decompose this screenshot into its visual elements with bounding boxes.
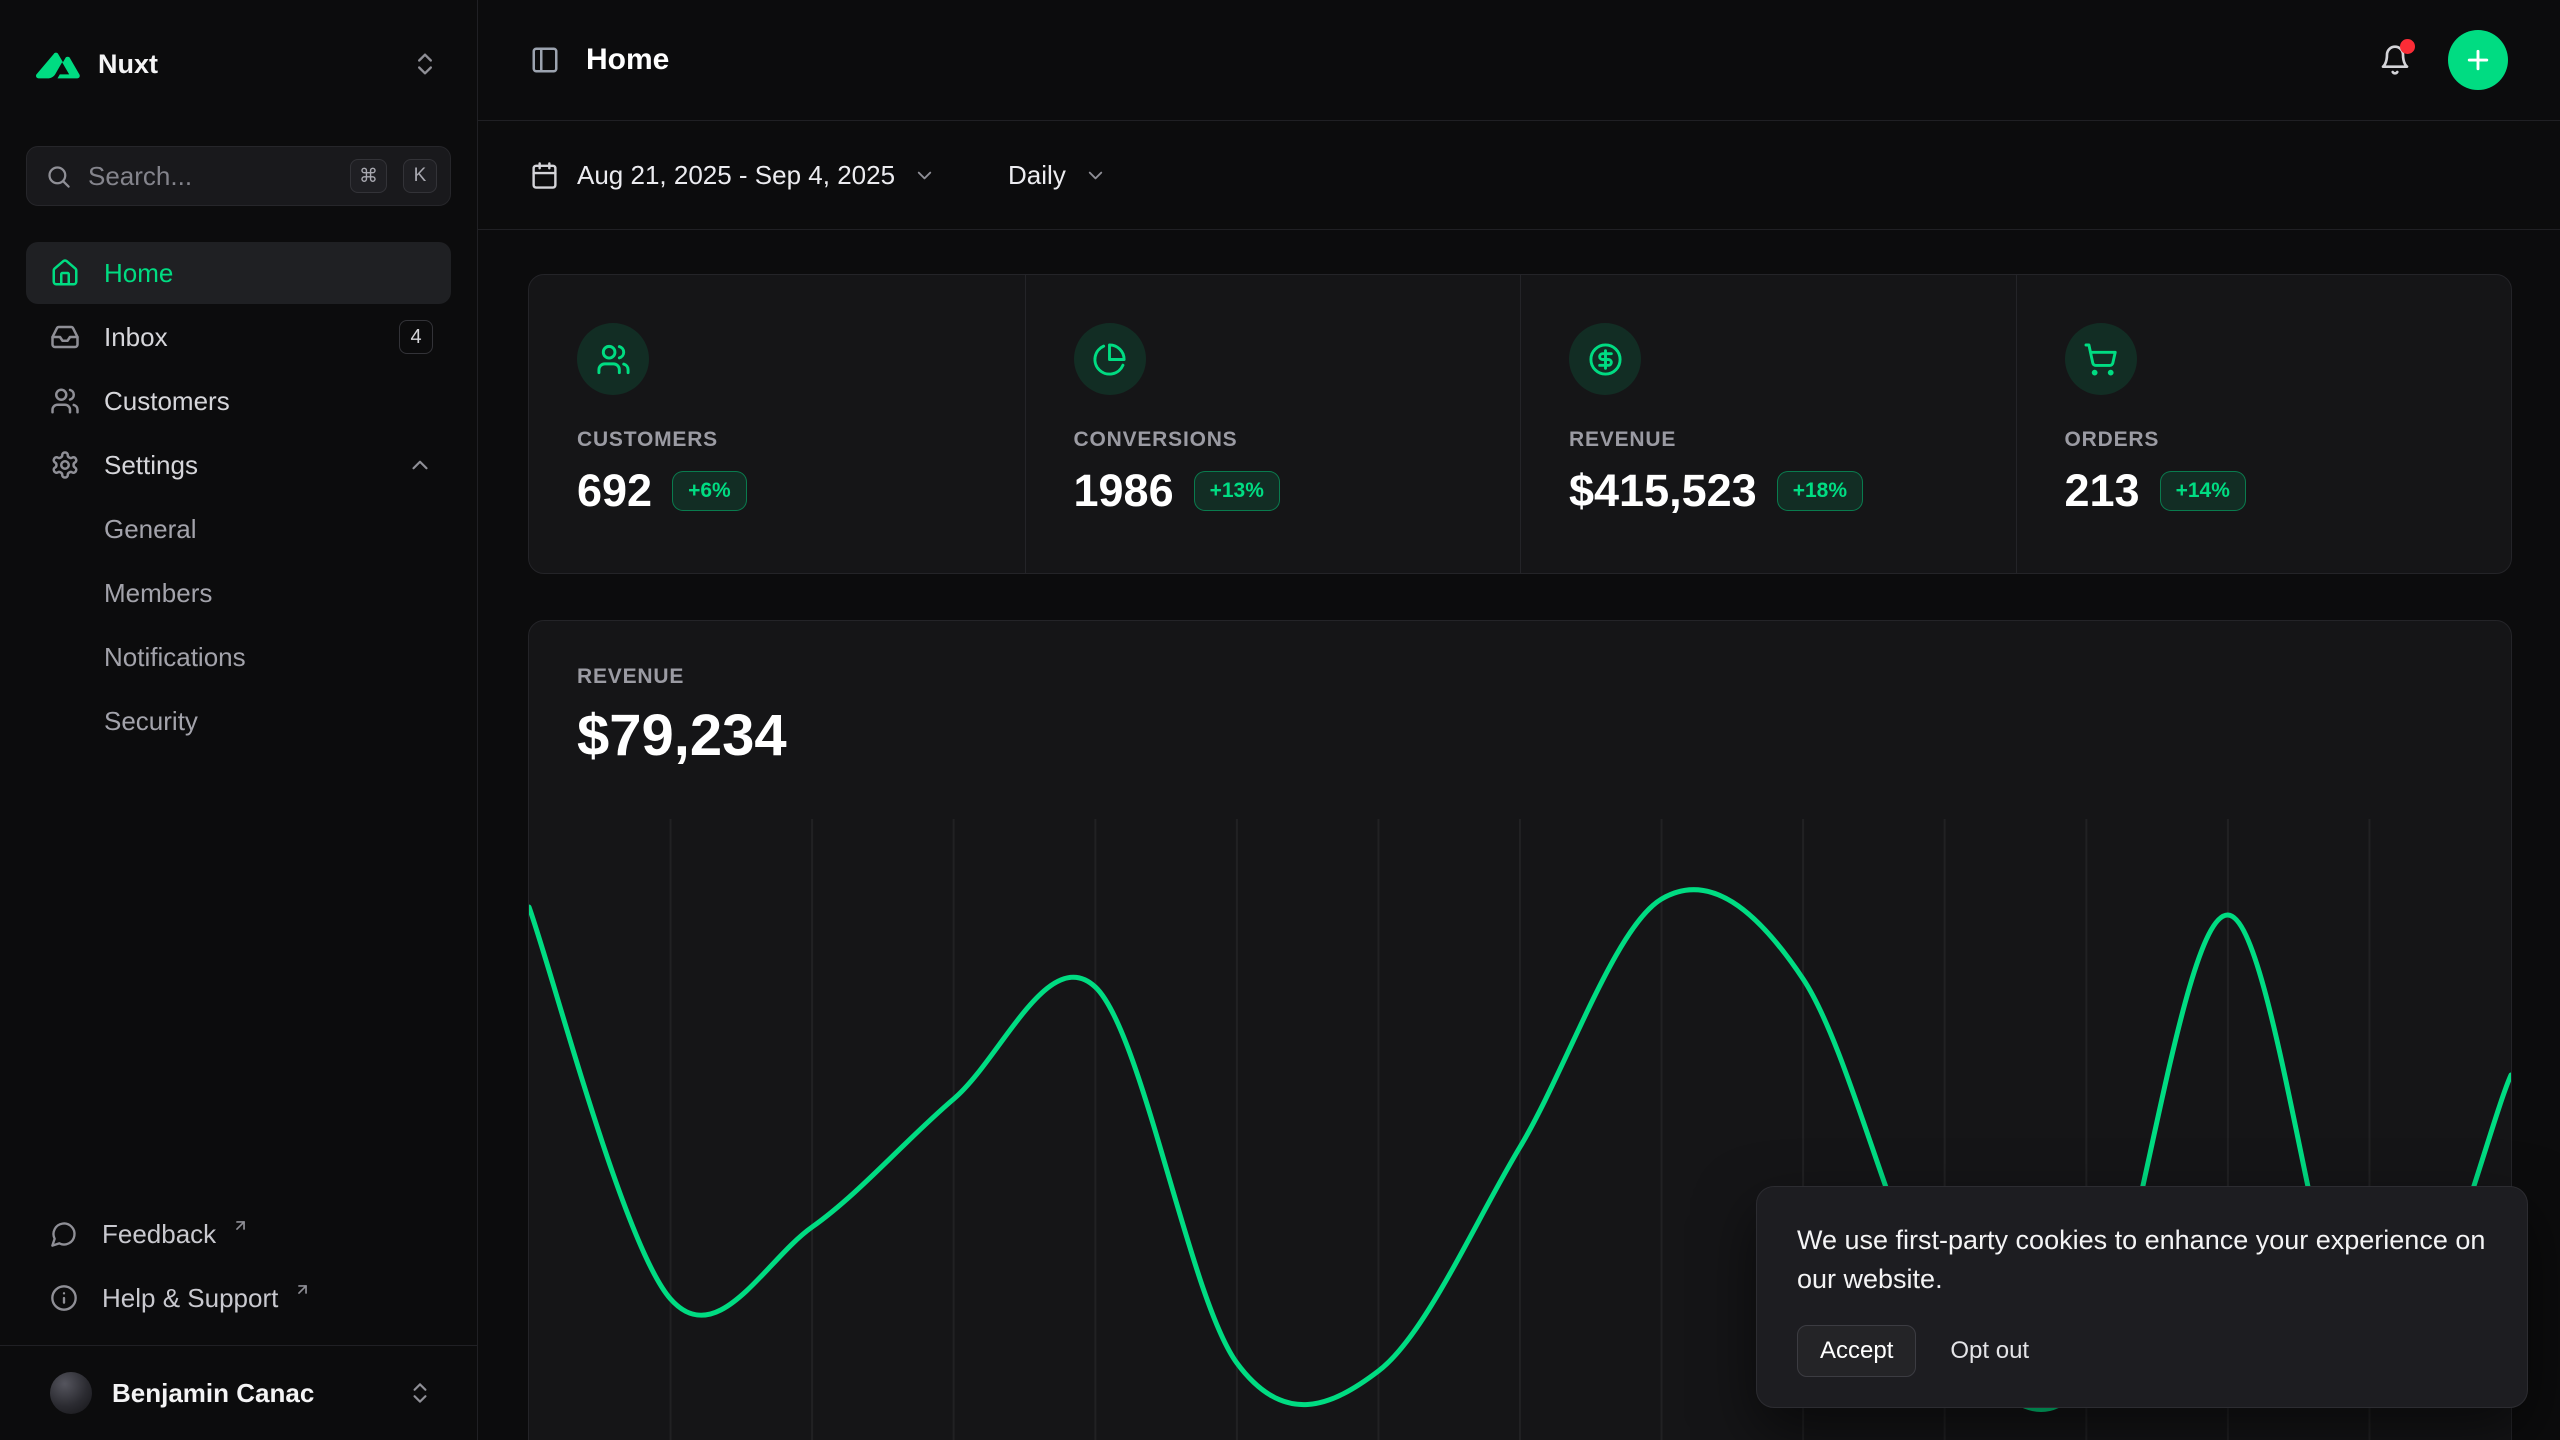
- notifications-button[interactable]: [2372, 37, 2418, 83]
- revenue-chart-label: REVENUE: [577, 665, 2463, 689]
- kbd-cmd: ⌘: [350, 159, 387, 193]
- home-icon: [50, 258, 80, 288]
- sidebar-item-inbox[interactable]: Inbox 4: [26, 306, 451, 368]
- sidebar-item-settings-general[interactable]: General: [26, 498, 451, 560]
- stat-label: CUSTOMERS: [577, 428, 977, 452]
- chevron-up-icon: [407, 452, 433, 478]
- date-range-picker[interactable]: Aug 21, 2025 - Sep 4, 2025: [530, 160, 936, 191]
- chevrons-up-down-icon: [407, 1380, 433, 1406]
- sidebar-item-settings-members[interactable]: Members: [26, 562, 451, 624]
- help-support-label: Help & Support: [102, 1283, 278, 1314]
- notification-dot: [2400, 39, 2415, 54]
- info-circle-icon: [50, 1284, 78, 1312]
- stat-conversions[interactable]: CONVERSIONS 1986 +13%: [1025, 275, 1521, 573]
- stat-label: CONVERSIONS: [1074, 428, 1473, 452]
- stat-label: ORDERS: [2065, 428, 2464, 452]
- cookie-actions: Accept Opt out: [1797, 1325, 2487, 1377]
- gear-icon: [50, 450, 80, 480]
- topbar-left: Home: [530, 43, 669, 77]
- cookie-message: We use first-party cookies to enhance yo…: [1797, 1221, 2487, 1299]
- cookie-optout-button[interactable]: Opt out: [1930, 1325, 2049, 1377]
- pie-chart-icon: [1074, 323, 1146, 395]
- external-link-icon: [232, 1217, 249, 1234]
- cookie-accept-button[interactable]: Accept: [1797, 1325, 1916, 1377]
- chevrons-up-down-icon: [411, 50, 439, 78]
- date-range-label: Aug 21, 2025 - Sep 4, 2025: [577, 160, 895, 191]
- plus-icon: [2463, 45, 2493, 75]
- sidebar-item-settings[interactable]: Settings: [26, 434, 451, 496]
- feedback-link[interactable]: Feedback: [26, 1203, 451, 1265]
- stat-value: 692: [577, 465, 652, 517]
- chevron-down-icon: [913, 164, 936, 187]
- search-icon: [45, 163, 72, 190]
- search-input[interactable]: Search... ⌘ K: [26, 146, 451, 206]
- cookie-banner: We use first-party cookies to enhance yo…: [1756, 1186, 2528, 1408]
- sidebar-item-label: Inbox: [104, 322, 168, 353]
- help-support-link[interactable]: Help & Support: [26, 1267, 451, 1329]
- kbd-k: K: [403, 159, 437, 193]
- calendar-icon: [530, 161, 559, 190]
- sidebar-item-label: Customers: [104, 386, 230, 417]
- revenue-chart-value: $79,234: [577, 702, 2463, 769]
- add-button[interactable]: [2448, 30, 2508, 90]
- chat-bubble-icon: [50, 1220, 78, 1248]
- stat-value: $415,523: [1569, 465, 1757, 517]
- user-name: Benjamin Canac: [112, 1378, 314, 1409]
- user-menu-button[interactable]: Benjamin Canac: [26, 1360, 451, 1426]
- sidebar-item-label: Home: [104, 258, 173, 289]
- stat-value: 213: [2065, 465, 2140, 517]
- stat-change-badge: +6%: [672, 471, 747, 511]
- inbox-icon: [50, 322, 80, 352]
- topbar: Home: [478, 0, 2560, 121]
- stat-label: REVENUE: [1569, 428, 1968, 452]
- stat-customers[interactable]: CUSTOMERS 692 +6%: [529, 275, 1025, 573]
- nuxt-logo-icon: [36, 49, 80, 79]
- filterbar: Aug 21, 2025 - Sep 4, 2025 Daily: [478, 121, 2560, 230]
- stats-panel: CUSTOMERS 692 +6% CONVERSIONS 1986 +13%: [528, 274, 2512, 574]
- workspace-selector[interactable]: Nuxt: [26, 24, 451, 104]
- chevron-down-icon: [1084, 164, 1107, 187]
- stat-change-badge: +18%: [1777, 471, 1863, 511]
- sidebar-item-label: Settings: [104, 450, 198, 481]
- stat-value: 1986: [1074, 465, 1174, 517]
- avatar: [50, 1372, 92, 1414]
- sidebar: Nuxt Search... ⌘ K Home: [0, 0, 478, 1440]
- users-icon: [50, 386, 80, 416]
- panel-left-icon: [530, 45, 560, 75]
- workspace-name: Nuxt: [98, 49, 158, 80]
- stat-change-badge: +14%: [2160, 471, 2246, 511]
- external-link-icon: [294, 1281, 311, 1298]
- users-icon: [577, 323, 649, 395]
- sidebar-item-customers[interactable]: Customers: [26, 370, 451, 432]
- page-title: Home: [586, 43, 669, 77]
- stat-change-badge: +13%: [1194, 471, 1280, 511]
- sidebar-item-settings-security[interactable]: Security: [26, 690, 451, 752]
- stat-revenue[interactable]: REVENUE $415,523 +18%: [1520, 275, 2016, 573]
- stat-orders[interactable]: ORDERS 213 +14%: [2016, 275, 2512, 573]
- shopping-cart-icon: [2065, 323, 2137, 395]
- period-label: Daily: [1008, 160, 1066, 191]
- period-select[interactable]: Daily: [1008, 160, 1107, 191]
- sidebar-nav: Home Inbox 4 Customers Settings: [26, 242, 451, 752]
- sidebar-toggle-button[interactable]: [530, 45, 560, 75]
- search-placeholder: Search...: [88, 161, 192, 192]
- feedback-label: Feedback: [102, 1219, 216, 1250]
- sidebar-item-home[interactable]: Home: [26, 242, 451, 304]
- topbar-right: [2372, 30, 2508, 90]
- user-section: Benjamin Canac: [0, 1345, 477, 1440]
- sidebar-item-settings-notifications[interactable]: Notifications: [26, 626, 451, 688]
- inbox-count-badge: 4: [399, 320, 433, 354]
- dollar-circle-icon: [1569, 323, 1641, 395]
- sidebar-footer: Feedback Help & Support: [26, 1203, 451, 1329]
- revenue-chart-header: REVENUE $79,234: [529, 621, 2511, 819]
